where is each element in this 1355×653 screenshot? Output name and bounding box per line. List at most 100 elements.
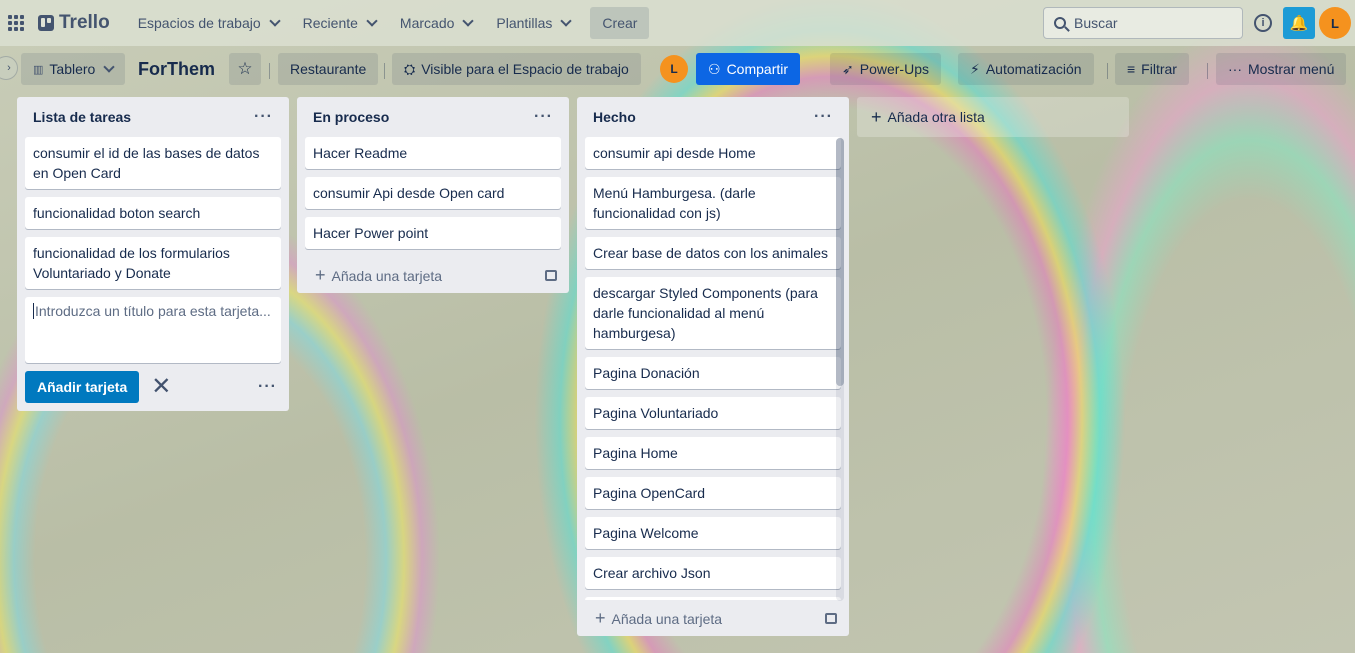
card[interactable]: Menú Hamburgesa. (darle funcionalidad co… (585, 177, 841, 229)
powerups-label: Power-Ups (859, 61, 929, 77)
board-view-switcher[interactable]: ▥ Tablero (21, 53, 126, 85)
nav-starred-label: Marcado (399, 15, 455, 31)
card[interactable]: funcionalidad de los formularios Volunta… (25, 237, 281, 289)
list-cards-scroll[interactable]: consumir api desde Home Menú Hamburgesa.… (585, 137, 849, 600)
card[interactable]: Hacer Readme (305, 137, 561, 169)
filter-button[interactable]: ≡ Filtrar (1115, 53, 1189, 85)
card-title-input[interactable]: Introduzca un título para esta tarjeta..… (25, 297, 281, 363)
trello-logo-icon (38, 15, 54, 31)
card-title-placeholder: Introduzca un título para esta tarjeta..… (33, 303, 271, 319)
board-title[interactable]: ForThem (138, 59, 215, 80)
nav-workspaces[interactable]: Espacios de trabajo (126, 7, 291, 39)
close-icon[interactable]: ✕ (151, 375, 171, 399)
add-card-footer[interactable]: + Añada una tarjeta (305, 257, 561, 293)
list-in-progress: En proceso ··· Hacer Readme consumir Api… (297, 97, 569, 293)
add-card-label: Añada una tarjeta (611, 610, 723, 627)
add-card-footer[interactable]: + Añada una tarjeta (585, 600, 841, 636)
nav-templates[interactable]: Plantillas (484, 7, 582, 39)
visibility-button[interactable]: ⛭ Visible para el Espacio de trabajo (392, 53, 641, 85)
card[interactable]: consumir Api desde Open card (305, 177, 561, 209)
add-list-label: Añada otra lista (887, 109, 985, 125)
card[interactable]: descargar Styled Components (para darle … (585, 277, 841, 349)
add-list-button[interactable]: + Añada otra lista (857, 97, 1129, 137)
card[interactable]: consumir api desde Home (585, 137, 841, 169)
nav-recent[interactable]: Reciente (291, 7, 388, 39)
card[interactable]: Pagina Donación (585, 357, 841, 389)
list-menu-icon[interactable]: ··· (814, 108, 833, 126)
list-menu-icon[interactable]: ··· (254, 108, 273, 126)
header-divider (384, 63, 385, 79)
card[interactable]: consumir el id de las bases de datos en … (25, 137, 281, 189)
notifications-bell-icon[interactable]: 🔔 (1283, 7, 1315, 39)
chevron-down-icon (366, 15, 378, 27)
card[interactable]: Crear base de datos con los animales (585, 237, 841, 269)
user-avatar[interactable]: L (1319, 7, 1351, 39)
star-icon[interactable]: ☆ (229, 53, 261, 85)
card[interactable]: funcionalidad boton search (25, 197, 281, 229)
powerups-button[interactable]: ➶ Power-Ups (830, 53, 941, 85)
composer-more-icon[interactable]: ··· (258, 378, 277, 396)
card[interactable]: Crear archivo Json (585, 557, 841, 589)
list-menu-icon[interactable]: ··· (534, 108, 553, 126)
search-icon (1054, 17, 1066, 29)
visibility-label: Visible para el Espacio de trabajo (421, 61, 629, 77)
list-title[interactable]: En proceso (313, 109, 389, 125)
card-template-icon[interactable] (545, 269, 557, 281)
show-menu-label: Mostrar menú (1248, 61, 1335, 77)
nav-starred[interactable]: Marcado (388, 7, 484, 39)
visibility-people-icon: ⛭ (404, 60, 416, 77)
board-view-icon: ▥ (33, 63, 44, 76)
card[interactable] (585, 597, 841, 600)
nav-templates-label: Plantillas (496, 15, 553, 31)
scrollbar-thumb[interactable] (836, 138, 844, 386)
nav-recent-label: Reciente (302, 15, 358, 31)
board-view-label: Tablero (49, 61, 96, 77)
app-switcher-icon[interactable] (8, 15, 24, 31)
add-person-icon: ⚇ (708, 60, 721, 77)
share-button[interactable]: ⚇ Compartir (696, 53, 801, 85)
info-icon[interactable]: i (1254, 14, 1272, 32)
chevron-down-icon (462, 15, 475, 27)
list-header: Lista de tareas ··· (25, 97, 281, 137)
chevron-down-icon (103, 61, 115, 73)
card[interactable]: Hacer Power point (305, 217, 561, 249)
create-button[interactable]: Crear (590, 7, 650, 39)
chevron-down-icon (560, 15, 573, 27)
list-header: Hecho ··· (585, 97, 841, 137)
add-card-button[interactable]: Añadir tarjeta (25, 371, 140, 403)
add-card-label: Añada una tarjeta (331, 267, 443, 284)
list-todo: Lista de tareas ··· consumir el id de la… (17, 97, 289, 411)
trello-logo-text: Trello (59, 12, 110, 33)
search-placeholder: Buscar (1074, 15, 1118, 31)
rocket-icon: ➶ (842, 60, 854, 77)
more-icon: ··· (1228, 61, 1242, 77)
header-divider (269, 63, 270, 79)
filter-icon: ≡ (1127, 61, 1136, 77)
composer-actions: Añadir tarjeta ✕ ··· (25, 371, 281, 403)
top-navigation: Trello Espacios de trabajo Reciente Marc… (0, 0, 1355, 46)
search-input[interactable]: Buscar (1043, 7, 1243, 39)
share-label: Compartir (726, 61, 789, 77)
card[interactable]: Pagina Home (585, 437, 841, 469)
workspace-button[interactable]: Restaurante (278, 53, 379, 85)
list-done: Hecho ··· consumir api desde Home Menú H… (577, 97, 849, 636)
card-template-icon[interactable] (825, 612, 837, 624)
list-title[interactable]: Hecho (593, 109, 636, 125)
list-header: En proceso ··· (305, 97, 561, 137)
list-scrollbar[interactable] (836, 138, 844, 601)
sidebar-expand-chevron-icon[interactable]: › (0, 56, 18, 80)
card[interactable]: Pagina Voluntariado (585, 397, 841, 429)
filter-label: Filtrar (1141, 61, 1177, 77)
trello-logo[interactable]: Trello (38, 12, 110, 34)
plus-icon: + (871, 106, 882, 127)
plus-icon: + (595, 607, 606, 628)
card[interactable]: Pagina Welcome (585, 517, 841, 549)
show-menu-button[interactable]: ··· Mostrar menú (1216, 53, 1347, 85)
nav-workspaces-label: Espacios de trabajo (137, 15, 261, 31)
card[interactable]: Pagina OpenCard (585, 477, 841, 509)
plus-icon: + (315, 264, 326, 285)
list-title[interactable]: Lista de tareas (33, 109, 131, 125)
automation-button[interactable]: ⚡ Automatización (958, 53, 1094, 85)
board-member-avatar[interactable]: L (660, 55, 688, 83)
board-header: › ▥ Tablero ForThem ☆ Restaurante ⛭ Visi… (0, 46, 1355, 92)
